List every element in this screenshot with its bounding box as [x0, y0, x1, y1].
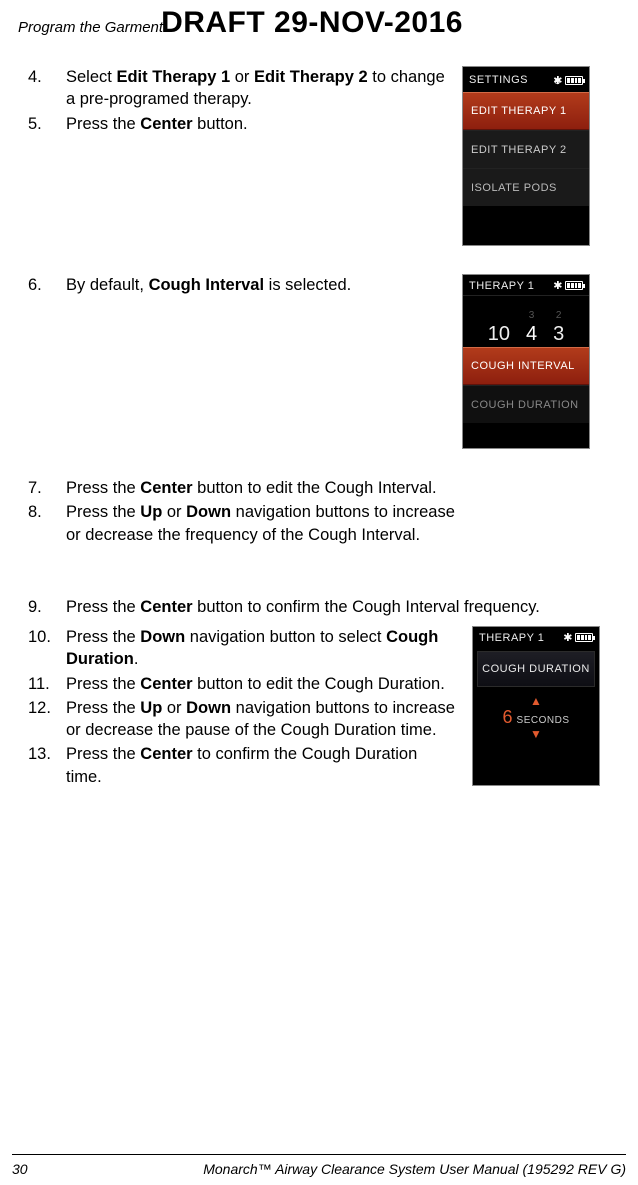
step-12: 12. Press the Up or Down navigation butt…	[26, 697, 456, 742]
chevron-down-icon: ▼	[530, 728, 542, 740]
step-10: 10. Press the Down navigation button to …	[26, 626, 456, 671]
chapter-title: Program the Garment	[18, 19, 163, 36]
step-13: 13. Press the Center to confirm the Coug…	[26, 743, 456, 788]
menu-isolate-pods: ISOLATE PODS	[463, 168, 589, 206]
step-9: 9. Press the Center button to confirm th…	[26, 596, 620, 618]
step-8: 8. Press the Up or Down navigation butto…	[26, 501, 466, 546]
settings-screen: SETTINGS ๏︎ ✱ EDIT THERAPY 1 EDIT THERAP…	[462, 66, 590, 246]
bluetooth-icon: ✱	[563, 631, 573, 644]
step-6: 6. By default, Cough Interval is selecte…	[26, 274, 446, 296]
menu-edit-therapy-1: EDIT THERAPY 1	[463, 92, 589, 130]
screen-title: THERAPY 1	[469, 280, 534, 292]
step-11: 11. Press the Center button to edit the …	[26, 673, 456, 695]
step-5: 5. Press the Center button.	[26, 113, 446, 135]
screen-title: THERAPY 1	[479, 632, 544, 644]
therapy1-duration-screen: THERAPY 1 ✱ COUGH DURATION ▲ 6 SECONDS ▼	[472, 626, 600, 786]
battery-icon	[575, 633, 593, 642]
step-4: 4. Select Edit Therapy 1 or Edit Therapy…	[26, 66, 446, 111]
battery-icon	[565, 76, 583, 85]
bluetooth-icon: ✱	[553, 74, 563, 87]
cough-duration-label: COUGH DURATION	[477, 651, 595, 687]
page-number: 30	[12, 1161, 28, 1177]
battery-icon	[565, 281, 583, 290]
footer-text: Monarch™ Airway Clearance System User Ma…	[28, 1161, 626, 1177]
footer-rule	[12, 1154, 626, 1155]
bluetooth-icon: ✱	[553, 279, 563, 292]
menu-cough-duration: COUGH DURATION	[463, 385, 589, 423]
cough-duration-value: 6 SECONDS	[503, 707, 570, 728]
screen-title: SETTINGS	[469, 74, 528, 86]
value-wheel: 10 34 23	[463, 295, 589, 347]
menu-edit-therapy-2: EDIT THERAPY 2	[463, 130, 589, 168]
therapy1-interval-screen: THERAPY 1 ✱ 10 34 23 COUGH INTERVAL COUG…	[462, 274, 590, 449]
chevron-up-icon: ▲	[530, 695, 542, 707]
step-7: 7. Press the Center button to edit the C…	[26, 477, 466, 499]
draft-stamp: DRAFT 29-NOV-2016	[161, 6, 463, 40]
menu-cough-interval: COUGH INTERVAL	[463, 347, 589, 385]
